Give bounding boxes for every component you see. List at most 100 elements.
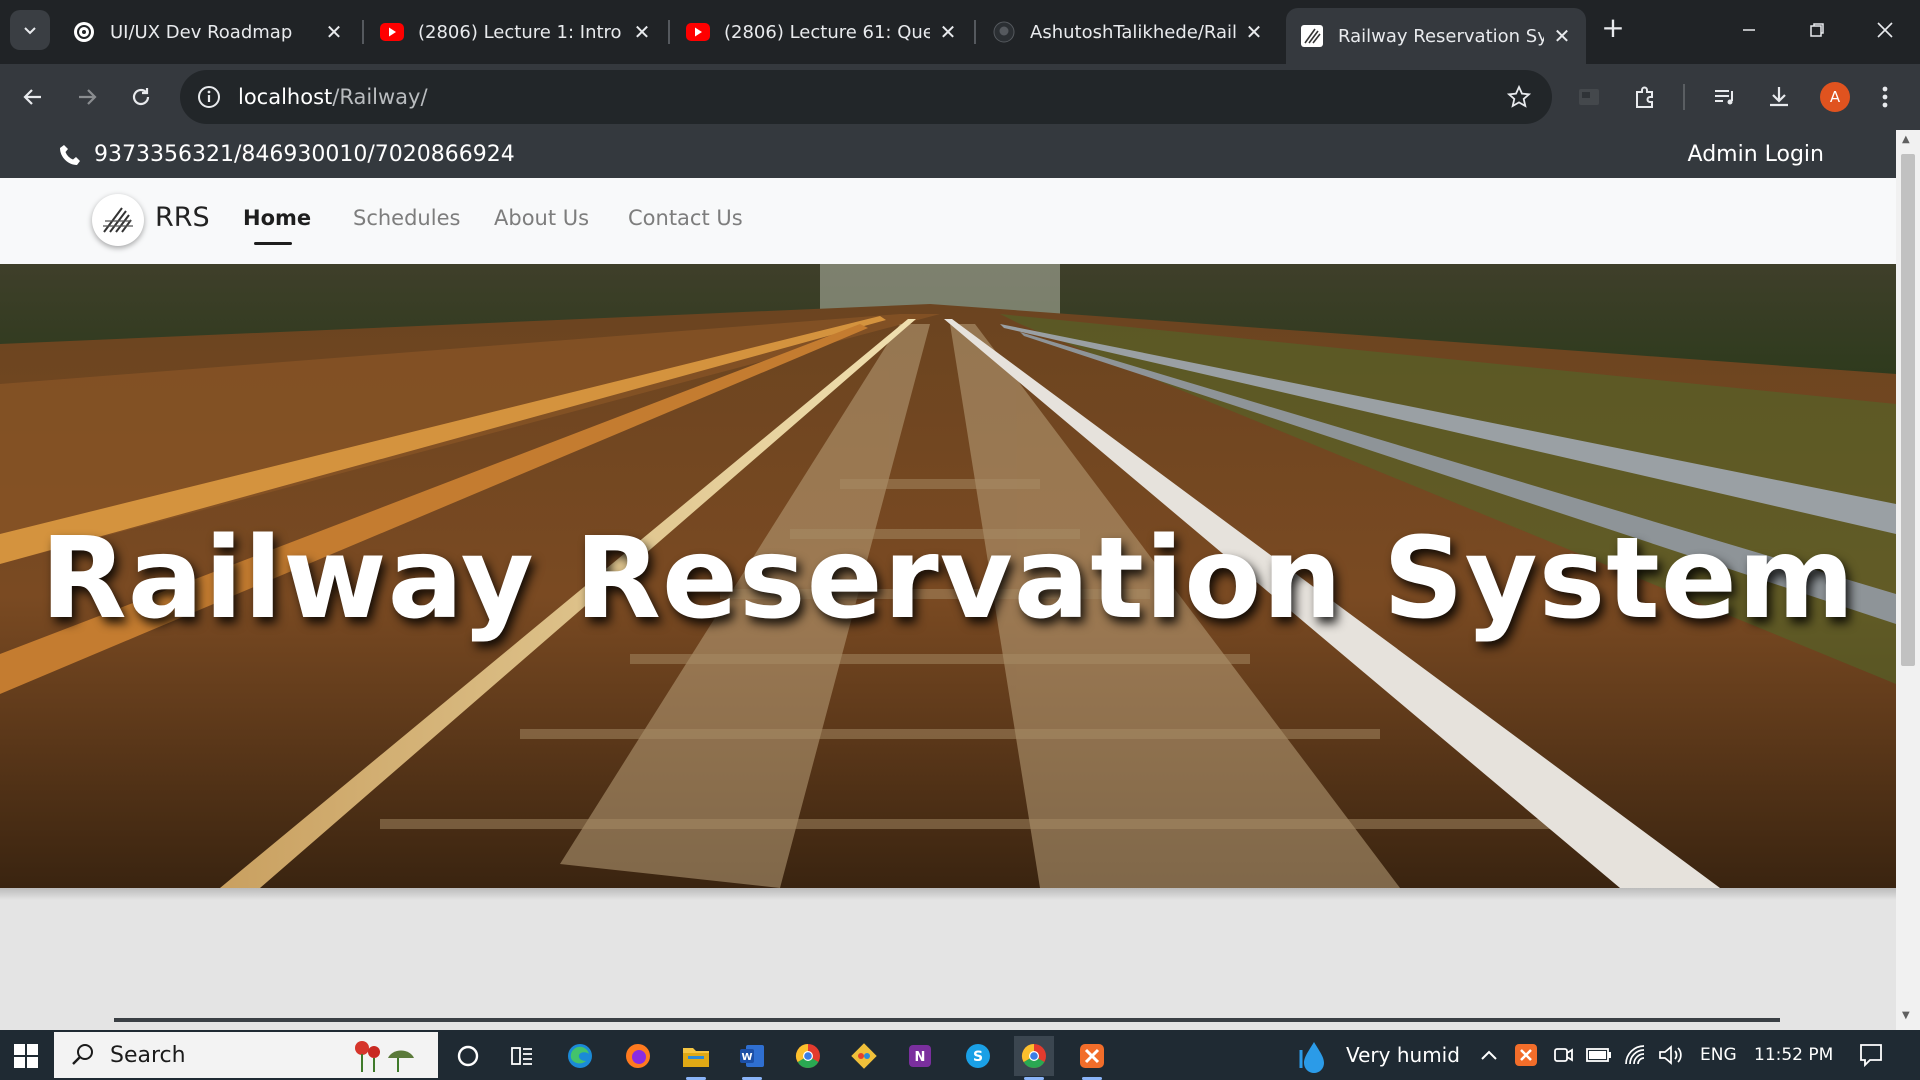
restore-button[interactable] [1794,10,1840,50]
page-scrollbar[interactable]: ▲ ▼ [1896,130,1920,1030]
camera-tray-icon[interactable] [1552,1044,1574,1066]
minimize-button[interactable] [1726,10,1772,50]
svg-text:W: W [741,1052,752,1063]
tab-title: (2806) Lecture 61: Queue [724,21,930,43]
extensions-puzzle-icon[interactable] [1628,80,1662,114]
hero-shadow [0,888,1896,900]
xampp-icon[interactable] [1072,1036,1112,1080]
nav-link-about-us[interactable]: About Us [494,206,589,230]
browser-tab-lecture1[interactable]: (2806) Lecture 1: Intro to ✕ [366,8,666,56]
chrome-icon[interactable] [788,1036,828,1076]
openai-icon [72,20,96,44]
weather-humid-icon[interactable] [1296,1040,1328,1074]
back-button[interactable] [16,80,50,114]
firefox-icon[interactable] [618,1036,658,1076]
close-tab-icon[interactable]: ✕ [324,20,344,44]
browser-tab-lecture61[interactable]: (2806) Lecture 61: Queue ✕ [672,8,972,56]
bookmark-star-icon[interactable] [1506,84,1532,110]
chevron-down-icon [24,27,36,35]
new-tab-button[interactable]: + [1598,14,1628,44]
tab-title: (2806) Lecture 1: Intro to [418,21,624,43]
wifi-icon[interactable] [1624,1044,1648,1066]
youtube-icon [380,20,404,44]
brand-logo[interactable] [92,194,144,246]
brand-name[interactable]: RRS [155,202,210,233]
windows-start-icon[interactable] [14,1044,38,1068]
forward-button[interactable] [70,80,104,114]
browser-menu-icon[interactable] [1868,80,1902,114]
search-placeholder: Search [110,1042,186,1068]
chrome-active-icon[interactable] [1014,1036,1054,1080]
close-tab-icon[interactable]: ✕ [632,20,652,44]
arrow-right-icon [79,89,97,105]
extension-media-icon[interactable] [1572,80,1606,114]
browser-tab-railway[interactable]: Railway Reservation Syste ✕ [1286,8,1586,64]
web-page: 9373356321/846930010/7020866924 Admin Lo… [0,130,1896,1030]
hero-title: Railway Reservation System [40,514,1856,644]
railway-logo-icon [103,207,133,233]
onenote-icon[interactable]: N [900,1036,940,1076]
reload-button[interactable] [124,80,158,114]
file-explorer-icon[interactable] [676,1036,716,1080]
admin-login-link[interactable]: Admin Login [1688,142,1824,167]
taskbar-search[interactable]: Search [54,1032,438,1078]
tab-separator [362,20,364,44]
windows-taskbar: Search W N S Very humid ENG 11:52 PM [0,1030,1920,1080]
battery-icon[interactable] [1586,1046,1612,1064]
phone-numbers: 9373356321/846930010/7020866924 [94,142,515,167]
url-path: /Railway/ [332,85,428,109]
site-info-icon[interactable] [196,84,222,110]
browser-tab-uiux[interactable]: UI/UX Dev Roadmap ✕ [58,8,358,56]
media-queue-icon[interactable] [1708,80,1742,114]
xampp-tray-icon[interactable] [1514,1043,1538,1067]
toolbar-divider [1683,84,1685,110]
site-navbar: RRS Home Schedules About Us Contact Us [0,178,1896,264]
clock-time[interactable]: 11:52 PM [1754,1045,1833,1065]
notification-center-icon[interactable] [1858,1042,1884,1068]
browser-toolbar: localhost/Railway/ A [0,64,1920,130]
tab-separator [974,20,976,44]
search-highlight-icon [355,1041,414,1072]
youtube-icon [686,20,710,44]
language-indicator[interactable]: ENG [1700,1045,1737,1065]
tab-search-button[interactable] [10,10,50,50]
weather-text[interactable]: Very humid [1346,1043,1460,1067]
close-window-button[interactable] [1862,10,1908,50]
word-icon[interactable]: W [732,1036,772,1080]
close-tab-icon[interactable]: ✕ [1552,24,1572,48]
close-tab-icon[interactable]: ✕ [938,20,958,44]
railway-favicon [1300,24,1324,48]
active-nav-indicator [254,242,292,245]
git-icon[interactable] [844,1036,884,1076]
browser-tab-github[interactable]: AshutoshTalikhede/Railw ✕ [978,8,1278,56]
chevron-up-icon[interactable] [1480,1048,1498,1062]
reload-icon [132,88,150,106]
close-icon [1877,22,1893,38]
url-host: localhost [238,85,333,109]
volume-icon[interactable] [1658,1044,1684,1066]
download-icon[interactable] [1762,80,1796,114]
nav-link-contact-us[interactable]: Contact Us [628,206,743,230]
scroll-up-icon[interactable]: ▲ [1902,134,1910,145]
github-icon [992,20,1016,44]
scroll-down-icon[interactable]: ▼ [1902,1010,1910,1021]
tab-title: UI/UX Dev Roadmap [110,21,293,43]
phone-contact: 9373356321/846930010/7020866924 [58,142,515,167]
nav-link-home[interactable]: Home [243,206,311,230]
address-bar[interactable]: localhost/Railway/ [180,70,1552,124]
close-tab-icon[interactable]: ✕ [1244,20,1264,44]
profile-avatar[interactable]: A [1820,82,1850,112]
tab-separator [668,20,670,44]
tab-title: AshutoshTalikhede/Railw [1030,21,1236,43]
task-view-icon[interactable] [448,1036,488,1076]
nav-link-schedules[interactable]: Schedules [353,206,460,230]
skype-icon[interactable]: S [958,1036,998,1076]
svg-text:S: S [973,1049,983,1065]
edge-icon[interactable] [560,1036,600,1076]
widgets-icon[interactable] [502,1036,542,1076]
scrollbar-thumb[interactable] [1901,154,1915,666]
tab-title: Railway Reservation Syste [1338,25,1544,47]
phone-icon [60,144,80,165]
search-icon [72,1044,93,1065]
contact-topbar: 9373356321/846930010/7020866924 Admin Lo… [0,130,1896,178]
